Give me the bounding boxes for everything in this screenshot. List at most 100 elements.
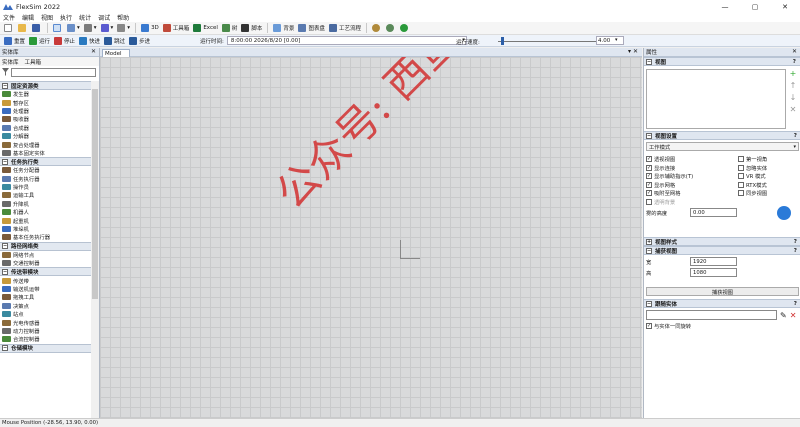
checkbox-box[interactable] <box>738 190 744 197</box>
collapse-icon[interactable]: − <box>2 345 8 352</box>
library-category[interactable]: − 任务执行类 <box>0 157 91 167</box>
library-item[interactable]: 复合处理器 <box>0 140 91 149</box>
library-item[interactable]: 拖拽工具 <box>0 293 91 301</box>
checkbox-box[interactable]: ✓ <box>646 323 652 330</box>
view-option-checkbox[interactable]: ✓ 显示网格 <box>646 181 738 190</box>
section-view-settings[interactable]: − 视图设置 ? <box>644 131 800 140</box>
collapse-icon[interactable]: − <box>2 243 8 250</box>
view-controls[interactable]: ▾ ✕ <box>628 48 638 55</box>
script-button[interactable]: 脚本 <box>239 23 264 34</box>
checkbox-box[interactable]: ✓ <box>646 181 652 188</box>
library-item[interactable]: 起重机 <box>0 216 91 225</box>
3d-model-view[interactable]: 公众号: 西鱼出没 <box>100 57 642 418</box>
library-item[interactable]: 吸收器 <box>0 115 91 123</box>
floating-assist-button[interactable] <box>777 206 791 220</box>
save-button[interactable] <box>30 23 44 34</box>
runtime-field[interactable]: 8:00:00 2026/8/20 [0.00] ▾ <box>226 36 467 45</box>
library-scrollbar-thumb[interactable] <box>92 89 98 299</box>
clear-icon[interactable]: ✕ <box>790 311 797 320</box>
background-button[interactable]: 背景 <box>271 23 296 34</box>
stop-button[interactable]: 停止 <box>52 35 77 46</box>
tab-library[interactable]: 实体库 <box>2 58 19 66</box>
minimize-button[interactable]: — <box>710 0 740 13</box>
library-category[interactable]: − 固定资源类 <box>0 81 91 90</box>
library-item[interactable]: 处理器 <box>0 107 91 115</box>
follow-object-input[interactable] <box>646 310 777 320</box>
library-item[interactable]: 暂存区 <box>0 98 91 107</box>
menu-debug[interactable]: 调试 <box>98 13 110 22</box>
library-item[interactable]: 分解器 <box>0 132 91 140</box>
menu-execute[interactable]: 执行 <box>60 13 72 22</box>
eyedropper-icon[interactable]: ✎ <box>780 311 787 320</box>
capture-width-input[interactable]: 1920 <box>690 257 737 266</box>
checkbox-box[interactable] <box>738 173 744 180</box>
3d-button[interactable]: 3D <box>139 23 161 34</box>
library-item[interactable]: 堆垛机 <box>0 225 91 233</box>
share-button[interactable] <box>384 23 398 34</box>
close-button[interactable]: ✕ <box>770 0 800 13</box>
checkbox-box[interactable] <box>738 181 744 188</box>
section-follow-object[interactable]: − 跟随实体 ? <box>644 299 800 308</box>
run-button[interactable]: 运行 <box>27 35 52 46</box>
settings-button[interactable] <box>370 23 384 34</box>
open-file-button[interactable] <box>16 23 30 34</box>
library-item[interactable]: 基本固定实体 <box>0 149 91 157</box>
object-mode-button[interactable]: ▾ <box>82 23 99 34</box>
checkbox-box[interactable]: ✓ <box>646 164 652 171</box>
library-item[interactable]: 升降机 <box>0 200 91 208</box>
run-speed-slider[interactable] <box>498 41 598 42</box>
view-option-checkbox[interactable]: RTX模式 <box>738 181 798 190</box>
collapse-icon[interactable]: − <box>646 58 652 65</box>
checkbox-box[interactable]: ✓ <box>646 190 652 197</box>
step-button[interactable]: 步进 <box>127 35 152 46</box>
help-icon[interactable]: ? <box>794 133 797 139</box>
library-item[interactable]: 操作员 <box>0 183 91 191</box>
section-views[interactable]: − 视图 ? <box>644 57 800 66</box>
skip-button[interactable]: 跳过 <box>102 35 127 46</box>
library-item[interactable]: 合成器 <box>0 124 91 132</box>
library-item[interactable]: 决策点 <box>0 302 91 310</box>
add-icon[interactable]: + <box>789 70 797 78</box>
view-option-checkbox[interactable]: VR 模式 <box>738 172 798 181</box>
help-button[interactable] <box>398 23 412 34</box>
expand-icon[interactable]: + <box>646 238 652 245</box>
view-option-checkbox[interactable]: 同步视图 <box>738 189 798 198</box>
process-flow-button[interactable]: 工艺流程 <box>327 23 363 34</box>
menu-file[interactable]: 文件 <box>3 13 15 22</box>
chevron-down-icon[interactable]: ▾ <box>615 37 618 43</box>
collapse-icon[interactable]: − <box>2 268 8 275</box>
library-item[interactable]: 合流控制器 <box>0 335 91 343</box>
collapse-icon[interactable]: − <box>646 300 652 307</box>
tree-button[interactable]: 树 <box>220 23 240 34</box>
checkbox-box[interactable] <box>738 156 744 163</box>
reset-button[interactable]: 重置 <box>2 35 27 46</box>
library-item[interactable]: 机器人 <box>0 208 91 216</box>
view-option-checkbox[interactable]: 忽略实体 <box>738 164 798 173</box>
new-file-button[interactable] <box>2 23 16 34</box>
fast-forward-button[interactable]: 快进 <box>77 35 102 46</box>
saved-views-list[interactable] <box>646 69 786 129</box>
library-category[interactable]: − 传送带模块 <box>0 267 91 277</box>
library-item[interactable]: 传送带 <box>0 276 91 285</box>
move-up-icon[interactable]: ↑ <box>789 82 797 90</box>
menu-view[interactable]: 视图 <box>41 13 53 22</box>
help-icon[interactable]: ? <box>794 239 797 245</box>
delete-icon[interactable]: ✕ <box>789 106 797 114</box>
menu-help[interactable]: 帮助 <box>117 13 129 22</box>
work-mode-select[interactable]: 工作模式 ▾ <box>646 142 799 151</box>
view-option-checkbox[interactable]: ✓ 透视视图 <box>646 155 738 164</box>
view-option-checkbox[interactable]: ✓ 显示辅助指示(T) <box>646 172 738 181</box>
collapse-icon[interactable]: − <box>646 247 652 254</box>
move-down-icon[interactable]: ↓ <box>789 94 797 102</box>
close-icon[interactable]: ✕ <box>792 48 797 55</box>
library-category[interactable]: − 路径网络类 <box>0 241 91 251</box>
run-speed-slider-thumb[interactable] <box>501 37 504 45</box>
menu-statistics[interactable]: 统计 <box>79 13 91 22</box>
library-item[interactable]: 交通控制器 <box>0 259 91 267</box>
view-option-checkbox[interactable]: ✓ 显示连接 <box>646 164 738 173</box>
tab-model[interactable]: Model <box>102 49 130 57</box>
select-mode-button[interactable] <box>51 23 65 34</box>
library-item[interactable]: 任务执行器 <box>0 175 91 183</box>
library-item[interactable]: 发生器 <box>0 90 91 98</box>
help-icon[interactable]: ? <box>794 301 797 307</box>
